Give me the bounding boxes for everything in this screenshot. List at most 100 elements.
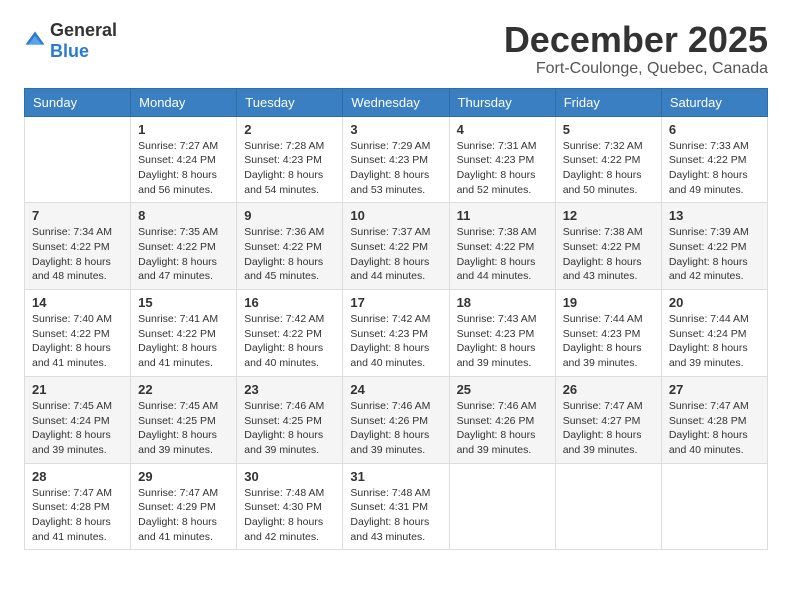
calendar-week-row: 21 Sunrise: 7:45 AMSunset: 4:24 PMDayligh… [25,376,768,463]
calendar-cell: 23 Sunrise: 7:46 AMSunset: 4:25 PMDayligh… [237,376,343,463]
calendar-cell: 17 Sunrise: 7:42 AMSunset: 4:23 PMDayligh… [343,290,449,377]
day-info: Sunrise: 7:45 AMSunset: 4:25 PMDaylight:… [138,399,229,458]
day-info: Sunrise: 7:47 AMSunset: 4:28 PMDaylight:… [669,399,760,458]
calendar-week-row: 7 Sunrise: 7:34 AMSunset: 4:22 PMDaylight… [25,203,768,290]
day-number: 4 [457,122,548,137]
day-info: Sunrise: 7:36 AMSunset: 4:22 PMDaylight:… [244,225,335,284]
calendar-cell [25,116,131,203]
calendar-cell: 10 Sunrise: 7:37 AMSunset: 4:22 PMDayligh… [343,203,449,290]
day-number: 19 [563,295,654,310]
day-info: Sunrise: 7:33 AMSunset: 4:22 PMDaylight:… [669,139,760,198]
calendar-cell: 12Sunrise: 7:38 AMSunset: 4:22 PMDayligh… [555,203,661,290]
day-number: 15 [138,295,229,310]
calendar-cell: 8 Sunrise: 7:35 AMSunset: 4:22 PMDaylight… [131,203,237,290]
calendar-cell: 19 Sunrise: 7:44 AMSunset: 4:23 PMDayligh… [555,290,661,377]
day-number: 14 [32,295,123,310]
calendar-cell: 4 Sunrise: 7:31 AMSunset: 4:23 PMDaylight… [449,116,555,203]
day-info: Sunrise: 7:32 AMSunset: 4:22 PMDaylight:… [563,139,654,198]
day-info: Sunrise: 7:38 AMSunset: 4:22 PMDaylight:… [457,225,548,284]
day-number: 22 [138,382,229,397]
calendar-cell: 29 Sunrise: 7:47 AMSunset: 4:29 PMDayligh… [131,463,237,550]
day-number: 3 [350,122,441,137]
day-number: 8 [138,208,229,223]
calendar-cell: 13 Sunrise: 7:39 AMSunset: 4:22 PMDayligh… [661,203,767,290]
calendar-cell: 14 Sunrise: 7:40 AMSunset: 4:22 PMDayligh… [25,290,131,377]
calendar-cell: 5Sunrise: 7:32 AMSunset: 4:22 PMDaylight… [555,116,661,203]
calendar-cell: 30Sunrise: 7:48 AMSunset: 4:30 PMDayligh… [237,463,343,550]
calendar-cell: 24 Sunrise: 7:46 AMSunset: 4:26 PMDayligh… [343,376,449,463]
day-info: Sunrise: 7:46 AMSunset: 4:26 PMDaylight:… [350,399,441,458]
day-info: Sunrise: 7:39 AMSunset: 4:22 PMDaylight:… [669,225,760,284]
day-info: Sunrise: 7:46 AMSunset: 4:26 PMDaylight:… [457,399,548,458]
calendar-cell: 22 Sunrise: 7:45 AMSunset: 4:25 PMDayligh… [131,376,237,463]
day-number: 28 [32,469,123,484]
month-title: December 2025 [504,20,768,60]
page-header: General Blue December 2025 Fort-Coulonge… [24,20,768,78]
calendar-cell: 20 Sunrise: 7:44 AMSunset: 4:24 PMDayligh… [661,290,767,377]
day-info: Sunrise: 7:44 AMSunset: 4:23 PMDaylight:… [563,312,654,371]
day-info: Sunrise: 7:29 AMSunset: 4:23 PMDaylight:… [350,139,441,198]
day-info: Sunrise: 7:35 AMSunset: 4:22 PMDaylight:… [138,225,229,284]
calendar-cell: 11 Sunrise: 7:38 AMSunset: 4:22 PMDayligh… [449,203,555,290]
day-info: Sunrise: 7:41 AMSunset: 4:22 PMDaylight:… [138,312,229,371]
weekday-header-sunday: Sunday [25,88,131,116]
day-number: 29 [138,469,229,484]
day-number: 24 [350,382,441,397]
calendar-week-row: 28 Sunrise: 7:47 AMSunset: 4:28 PMDayligh… [25,463,768,550]
day-number: 20 [669,295,760,310]
calendar-cell: 28 Sunrise: 7:47 AMSunset: 4:28 PMDayligh… [25,463,131,550]
day-number: 16 [244,295,335,310]
weekday-header-tuesday: Tuesday [237,88,343,116]
day-number: 11 [457,208,548,223]
calendar-cell: 9 Sunrise: 7:36 AMSunset: 4:22 PMDaylight… [237,203,343,290]
calendar-cell [661,463,767,550]
day-info: Sunrise: 7:27 AMSunset: 4:24 PMDaylight:… [138,139,229,198]
calendar-cell: 26Sunrise: 7:47 AMSunset: 4:27 PMDayligh… [555,376,661,463]
day-info: Sunrise: 7:45 AMSunset: 4:24 PMDaylight:… [32,399,123,458]
day-info: Sunrise: 7:42 AMSunset: 4:22 PMDaylight:… [244,312,335,371]
day-number: 7 [32,208,123,223]
weekday-header-friday: Friday [555,88,661,116]
day-number: 13 [669,208,760,223]
weekday-header-monday: Monday [131,88,237,116]
day-info: Sunrise: 7:28 AMSunset: 4:23 PMDaylight:… [244,139,335,198]
day-number: 2 [244,122,335,137]
day-number: 18 [457,295,548,310]
day-info: Sunrise: 7:47 AMSunset: 4:28 PMDaylight:… [32,486,123,545]
calendar-cell [555,463,661,550]
day-info: Sunrise: 7:46 AMSunset: 4:25 PMDaylight:… [244,399,335,458]
calendar-cell: 1 Sunrise: 7:27 AMSunset: 4:24 PMDaylight… [131,116,237,203]
day-number: 23 [244,382,335,397]
calendar-cell: 16 Sunrise: 7:42 AMSunset: 4:22 PMDayligh… [237,290,343,377]
day-number: 10 [350,208,441,223]
logo-icon [24,30,46,52]
weekday-header-wednesday: Wednesday [343,88,449,116]
day-number: 6 [669,122,760,137]
day-info: Sunrise: 7:40 AMSunset: 4:22 PMDaylight:… [32,312,123,371]
day-info: Sunrise: 7:44 AMSunset: 4:24 PMDaylight:… [669,312,760,371]
day-info: Sunrise: 7:43 AMSunset: 4:23 PMDaylight:… [457,312,548,371]
day-number: 1 [138,122,229,137]
calendar-week-row: 1 Sunrise: 7:27 AMSunset: 4:24 PMDaylight… [25,116,768,203]
day-info: Sunrise: 7:42 AMSunset: 4:23 PMDaylight:… [350,312,441,371]
calendar-week-row: 14 Sunrise: 7:40 AMSunset: 4:22 PMDayligh… [25,290,768,377]
day-number: 26 [563,382,654,397]
day-info: Sunrise: 7:31 AMSunset: 4:23 PMDaylight:… [457,139,548,198]
logo: General Blue [24,20,117,62]
calendar-header-row: SundayMondayTuesdayWednesdayThursdayFrid… [25,88,768,116]
day-info: Sunrise: 7:47 AMSunset: 4:29 PMDaylight:… [138,486,229,545]
day-info: Sunrise: 7:48 AMSunset: 4:31 PMDaylight:… [350,486,441,545]
day-info: Sunrise: 7:37 AMSunset: 4:22 PMDaylight:… [350,225,441,284]
day-number: 17 [350,295,441,310]
day-number: 27 [669,382,760,397]
day-number: 21 [32,382,123,397]
calendar-cell: 2 Sunrise: 7:28 AMSunset: 4:23 PMDaylight… [237,116,343,203]
day-number: 31 [350,469,441,484]
calendar-cell: 18 Sunrise: 7:43 AMSunset: 4:23 PMDayligh… [449,290,555,377]
day-info: Sunrise: 7:34 AMSunset: 4:22 PMDaylight:… [32,225,123,284]
calendar-cell: 6 Sunrise: 7:33 AMSunset: 4:22 PMDaylight… [661,116,767,203]
calendar-cell: 25 Sunrise: 7:46 AMSunset: 4:26 PMDayligh… [449,376,555,463]
day-number: 9 [244,208,335,223]
calendar-cell: 7 Sunrise: 7:34 AMSunset: 4:22 PMDaylight… [25,203,131,290]
day-number: 25 [457,382,548,397]
